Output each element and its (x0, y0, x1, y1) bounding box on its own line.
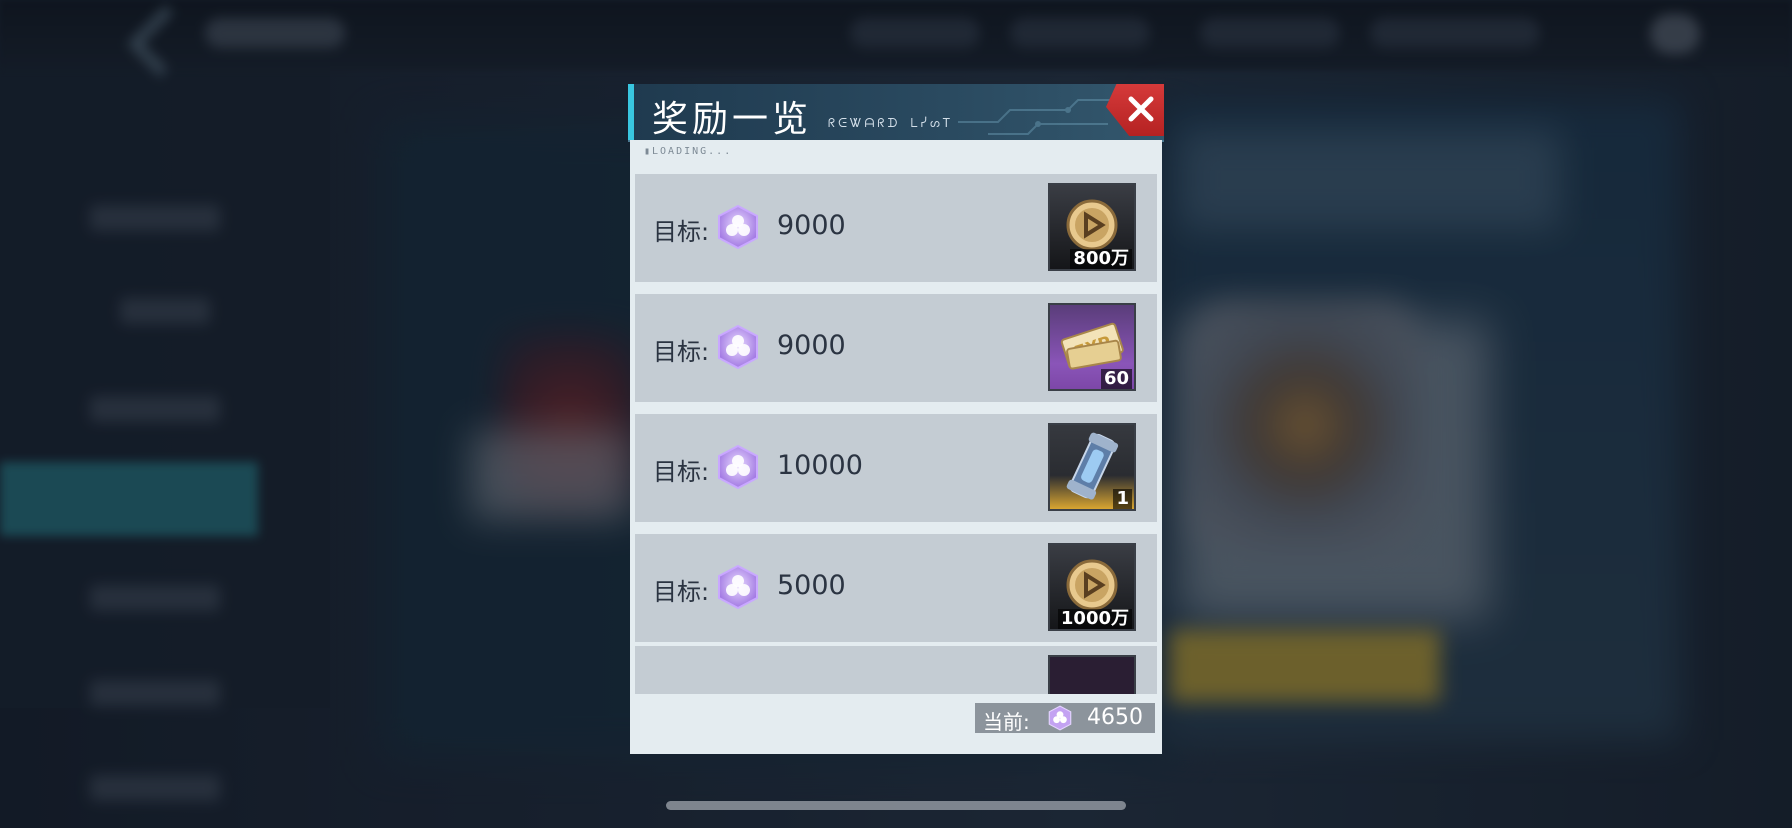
reward-item-gold-coin[interactable]: 800万 (1048, 183, 1136, 271)
target-value: 5000 (777, 570, 846, 601)
current-value: 4650 (1087, 705, 1143, 730)
reward-list[interactable]: 目标: 9000 800万 目标: 9000 60 目标: 10000 1 目标… (635, 174, 1157, 694)
circuit-decoration-icon (958, 99, 1118, 135)
reward-row: 目标: 9000 EXP (635, 294, 1157, 402)
reward-item-gold-coin[interactable]: 1000万 (1048, 543, 1136, 631)
target-label: 目标: (653, 218, 710, 246)
reward-item-exp-ticket[interactable]: EXP 60 (1048, 303, 1136, 391)
reward-list-dialog: 奖励一览 ᖇᕮᏔᗩᖇᗪ ᒪᓰᔕᎢ ▮LOADING... 目标: 9000 80… (628, 84, 1164, 754)
header-accent-bar (628, 84, 634, 140)
target-label: 目标: (653, 578, 710, 606)
dialog-title: 奖励一览 (652, 99, 813, 140)
target-value: 9000 (777, 330, 846, 361)
reward-row: 目标: 5000 1000万 (635, 534, 1157, 642)
current-label: 当前: (983, 710, 1030, 734)
gem-currency-icon (718, 204, 758, 250)
header-glyphs: ᖇᕮᏔᗩᖇᗪ ᒪᓰᔕᎢ (828, 116, 954, 130)
reward-item-partial[interactable] (1048, 655, 1136, 694)
reward-item-energy-canister[interactable]: 1 (1048, 423, 1136, 511)
target-value: 9000 (777, 210, 846, 241)
home-indicator[interactable] (666, 801, 1126, 810)
reward-quantity: 60 (1100, 369, 1132, 389)
target-value: 10000 (777, 450, 863, 481)
loading-text: ▮LOADING... (644, 146, 733, 157)
gem-currency-icon (718, 564, 758, 610)
reward-quantity: 1 (1113, 489, 1132, 509)
reward-quantity: 1000万 (1057, 609, 1132, 629)
reward-quantity: 800万 (1070, 249, 1132, 269)
reward-row-partial (635, 646, 1157, 694)
gem-currency-icon (718, 444, 758, 490)
reward-row: 目标: 10000 1 (635, 414, 1157, 522)
close-icon (1128, 96, 1154, 122)
reward-row: 目标: 9000 800万 (635, 174, 1157, 282)
target-label: 目标: (653, 458, 710, 486)
dialog-header: 奖励一览 ᖇᕮᏔᗩᖇᗪ ᒪᓰᔕᎢ (628, 84, 1164, 142)
gem-currency-icon (718, 324, 758, 370)
dialog-body: ▮LOADING... 目标: 9000 800万 目标: 9000 60 目标… (630, 140, 1162, 754)
target-label: 目标: (653, 338, 710, 366)
current-progress: 当前: 4650 (975, 703, 1155, 734)
gem-currency-icon (1048, 705, 1072, 731)
